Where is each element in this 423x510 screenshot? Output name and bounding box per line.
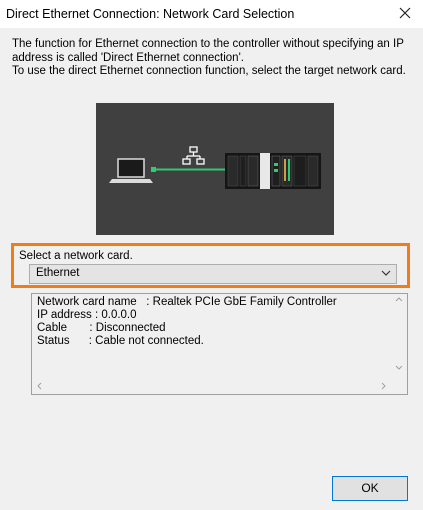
network-card-select-group: Select a network card. Ethernet [11, 243, 410, 288]
ok-button[interactable]: OK [332, 476, 408, 501]
info-line: IP address : 0.0.0.0 [37, 309, 137, 321]
horizontal-scrollbar[interactable] [32, 378, 391, 394]
info-line: Status : Cable not connected. [37, 335, 204, 347]
scrollbar-corner [391, 378, 407, 394]
network-icon [182, 146, 205, 165]
select-label: Select a network card. [19, 250, 133, 262]
description-line: The function for Ethernet connection to … [12, 38, 404, 50]
network-card-dropdown[interactable]: Ethernet [29, 264, 397, 284]
description-line: To use the direct Ethernet connection fu… [12, 65, 406, 77]
dropdown-value: Ethernet [36, 267, 80, 279]
network-card-info-box: Network card name : Realtek PCIe GbE Fam… [31, 293, 408, 395]
vertical-scrollbar[interactable] [391, 294, 407, 378]
window-title: Direct Ethernet Connection: Network Card… [6, 7, 295, 21]
info-lines: Network card name : Realtek PCIe GbE Fam… [37, 296, 337, 348]
close-icon[interactable] [395, 3, 415, 23]
title-bar: Direct Ethernet Connection: Network Card… [0, 0, 423, 28]
connection-graphic [96, 103, 334, 235]
description-line: address is called 'Direct Ethernet conne… [12, 51, 244, 64]
info-line: Cable : Disconnected [37, 322, 166, 334]
laptop-icon [109, 158, 153, 183]
chevron-down-icon [380, 266, 392, 283]
controller-icon [225, 153, 321, 189]
description: The function for Ethernet connection to … [12, 38, 412, 79]
info-line: Network card name : Realtek PCIe GbE Fam… [37, 296, 337, 308]
